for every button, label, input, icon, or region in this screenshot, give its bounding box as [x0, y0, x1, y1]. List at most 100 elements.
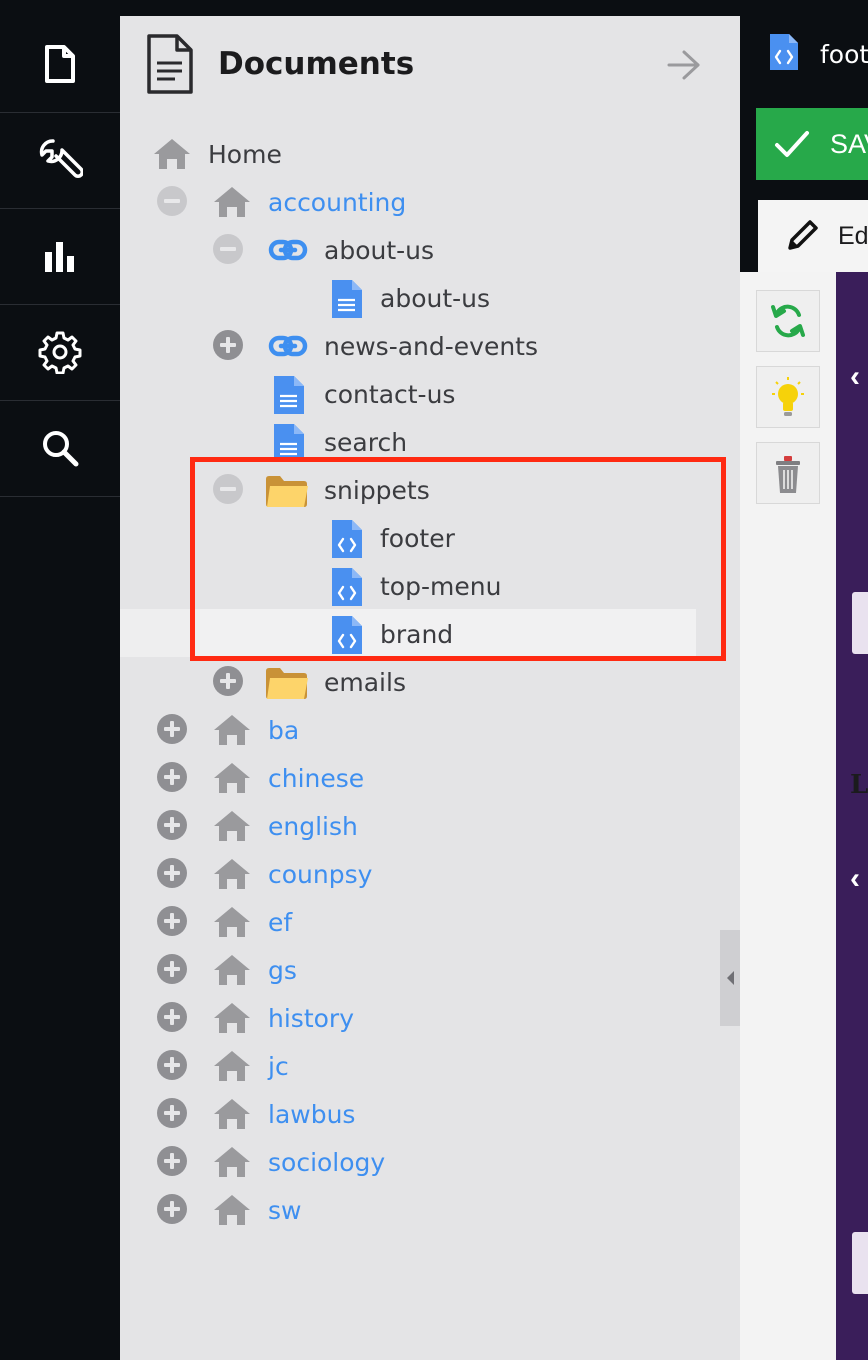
home-icon	[212, 1193, 252, 1232]
expand-toggle-icon[interactable]	[156, 761, 188, 798]
tree-node-emails[interactable]: emails	[120, 657, 740, 705]
analytics-section[interactable]	[0, 208, 120, 305]
arrow-right-icon[interactable]	[666, 48, 702, 82]
expand-toggle-icon[interactable]	[212, 329, 244, 366]
expand-toggle-icon[interactable]	[212, 665, 244, 702]
tree-node-label: lawbus	[268, 1100, 356, 1129]
tree-node-news-and-events[interactable]: news-and-events	[120, 321, 740, 369]
developer-section[interactable]	[0, 112, 120, 209]
tree-node-footer[interactable]: footer	[120, 513, 740, 561]
trash-icon	[776, 456, 800, 493]
tree-node-history[interactable]: history	[120, 993, 740, 1041]
home-icon	[152, 137, 192, 176]
tree-node-label: accounting	[268, 188, 407, 217]
tree-node-label: top-menu	[380, 572, 502, 601]
tree-node-accounting[interactable]: accounting	[120, 177, 740, 225]
editor-tab-bar: foot	[740, 0, 868, 88]
expand-toggle-icon[interactable]	[156, 1145, 188, 1182]
page-icon	[272, 375, 306, 420]
tree-node-label: news-and-events	[324, 332, 539, 361]
tree-node-ef[interactable]: ef	[120, 897, 740, 945]
tree-node-label: ba	[268, 716, 300, 745]
lightbulb-icon	[772, 377, 804, 416]
panel-header: Documents	[120, 16, 740, 112]
tree-node-english[interactable]: english	[120, 801, 740, 849]
tree-node-brand[interactable]: brand	[120, 609, 696, 657]
home-icon	[212, 905, 252, 944]
documents-panel: Documents Home accounting about-us about-us…	[120, 16, 740, 1360]
tree-node-sociology[interactable]: sociology	[120, 1137, 740, 1185]
tree-node-label: emails	[324, 668, 406, 697]
tree-node-contact-us[interactable]: contact-us	[120, 369, 740, 417]
home-icon	[212, 761, 252, 800]
expand-toggle-icon[interactable]	[156, 713, 188, 750]
preview-block	[852, 592, 868, 654]
save-button-label: SAV	[830, 128, 868, 159]
preview-pane	[836, 272, 868, 1360]
caret-left-icon	[727, 971, 734, 985]
tree-node-about-us[interactable]: about-us	[120, 273, 740, 321]
preview-chevron: ‹	[850, 360, 860, 393]
tree-node-label: search	[324, 428, 408, 457]
collapse-toggle-icon[interactable]	[212, 233, 244, 270]
document-lines-icon	[147, 34, 193, 94]
expand-toggle-icon[interactable]	[156, 1049, 188, 1086]
content-section[interactable]	[0, 16, 120, 113]
pencil-icon	[788, 220, 818, 250]
editor-tab-title[interactable]: foot	[820, 40, 868, 69]
folder-icon	[264, 473, 310, 514]
expand-toggle-icon[interactable]	[156, 1193, 188, 1230]
tree-node-about-us[interactable]: about-us	[120, 225, 740, 273]
tree-node-ba[interactable]: ba	[120, 705, 740, 753]
page-icon	[330, 279, 364, 324]
tree-node-label: counpsy	[268, 860, 373, 889]
tree-node-label: Home	[208, 140, 282, 169]
save-button[interactable]: SAV	[756, 108, 868, 180]
tree-node-counpsy[interactable]: counpsy	[120, 849, 740, 897]
tree-node-label: snippets	[324, 476, 430, 505]
expand-toggle-icon[interactable]	[156, 905, 188, 942]
panel-title: Documents	[218, 46, 415, 82]
tree-node-lawbus[interactable]: lawbus	[120, 1089, 740, 1137]
expand-toggle-icon[interactable]	[156, 1001, 188, 1038]
checkmark-icon	[775, 131, 809, 157]
expand-toggle-icon[interactable]	[156, 953, 188, 990]
panel-resize-handle[interactable]	[720, 930, 740, 1026]
hint-button[interactable]	[756, 366, 820, 428]
home-icon	[212, 809, 252, 848]
tree-node-label: footer	[380, 524, 455, 553]
tree-node-label: sociology	[268, 1148, 386, 1177]
tree-node-jc[interactable]: jc	[120, 1041, 740, 1089]
settings-section[interactable]	[0, 304, 120, 401]
tree-node-sw[interactable]: sw	[120, 1185, 740, 1233]
tree-node-chinese[interactable]: chinese	[120, 753, 740, 801]
preview-chevron: ‹	[850, 862, 860, 895]
home-icon	[212, 1097, 252, 1136]
search-section[interactable]	[0, 400, 120, 497]
bar-chart-icon	[45, 242, 74, 272]
edit-tab[interactable]: Ed	[758, 200, 868, 272]
delete-button[interactable]	[756, 442, 820, 504]
refresh-button[interactable]	[756, 290, 820, 352]
tree-node-label: about-us	[380, 284, 491, 313]
tree-node-label: ef	[268, 908, 293, 937]
expand-toggle-icon[interactable]	[156, 809, 188, 846]
tree-node-label: english	[268, 812, 358, 841]
edit-tab-label: Ed	[838, 221, 868, 250]
link-icon	[268, 329, 308, 368]
tree-node-label: gs	[268, 956, 297, 985]
tree-node-Home[interactable]: Home	[120, 129, 740, 177]
tree-node-snippets[interactable]: snippets	[120, 465, 740, 513]
collapse-toggle-icon[interactable]	[156, 185, 188, 222]
expand-toggle-icon[interactable]	[156, 1097, 188, 1134]
tree-node-search[interactable]: search	[120, 417, 740, 465]
search-icon	[43, 431, 79, 467]
tree-node-label: jc	[268, 1052, 289, 1081]
collapse-toggle-icon[interactable]	[212, 473, 244, 510]
tree-node-gs[interactable]: gs	[120, 945, 740, 993]
tree-node-label: about-us	[324, 236, 435, 265]
tree-node-top-menu[interactable]: top-menu	[120, 561, 740, 609]
tree-node-label: sw	[268, 1196, 302, 1225]
preview-heading-fragment: L	[850, 770, 868, 800]
expand-toggle-icon[interactable]	[156, 857, 188, 894]
